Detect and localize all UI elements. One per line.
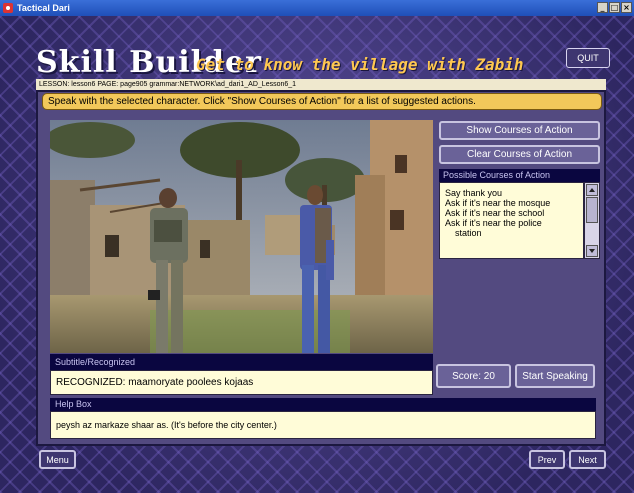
scroll-up-icon[interactable] — [586, 184, 598, 196]
lesson-info: LESSON: lesson6 PAGE: page905 grammar:NE… — [36, 79, 606, 90]
next-button[interactable]: Next — [569, 450, 606, 469]
start-speaking-button[interactable]: Start Speaking — [515, 364, 595, 388]
score-display: Score: 20 — [436, 364, 511, 388]
minimize-button[interactable]: _ — [597, 2, 608, 13]
maximize-button[interactable]: □ — [609, 2, 620, 13]
app-icon — [3, 3, 13, 13]
course-item-thank-you[interactable]: Say thank you — [445, 188, 583, 198]
course-item-police-continued[interactable]: station — [445, 228, 583, 238]
scene-viewport[interactable] — [50, 120, 433, 353]
window-controls: _ □ × — [597, 2, 632, 13]
help-header: Help Box — [50, 398, 596, 411]
scroll-thumb[interactable] — [586, 197, 598, 223]
course-item-police[interactable]: Ask if it's near the police — [445, 218, 583, 228]
show-courses-button[interactable]: Show Courses of Action — [439, 121, 600, 140]
village-scene-image — [50, 120, 433, 353]
instruction-banner: Speak with the selected character. Click… — [42, 93, 602, 110]
scroll-down-icon[interactable] — [586, 245, 598, 257]
courses-list: Say thank you Ask if it's near the mosqu… — [439, 182, 584, 259]
prev-button[interactable]: Prev — [529, 450, 565, 469]
menu-button[interactable]: Menu — [39, 450, 76, 469]
help-text: peysh az markaze shaar as. (It's before … — [50, 411, 596, 439]
recognized-text: RECOGNIZED: maamoryate poolees kojaas — [50, 370, 433, 395]
courses-header: Possible Courses of Action — [439, 169, 600, 182]
page-subtitle: Get to know the village with Zabih — [196, 55, 524, 74]
clear-courses-button[interactable]: Clear Courses of Action — [439, 145, 600, 164]
courses-scrollbar[interactable] — [584, 182, 600, 259]
window-title: Tactical Dari — [17, 3, 70, 13]
close-button[interactable]: × — [621, 2, 632, 13]
subtitle-header: Subtitle/Recognized — [50, 354, 433, 370]
window-titlebar: Tactical Dari _ □ × — [0, 0, 634, 16]
course-item-school[interactable]: Ask if it's near the school — [445, 208, 583, 218]
quit-button[interactable]: QUIT — [566, 48, 610, 68]
course-item-mosque[interactable]: Ask if it's near the mosque — [445, 198, 583, 208]
